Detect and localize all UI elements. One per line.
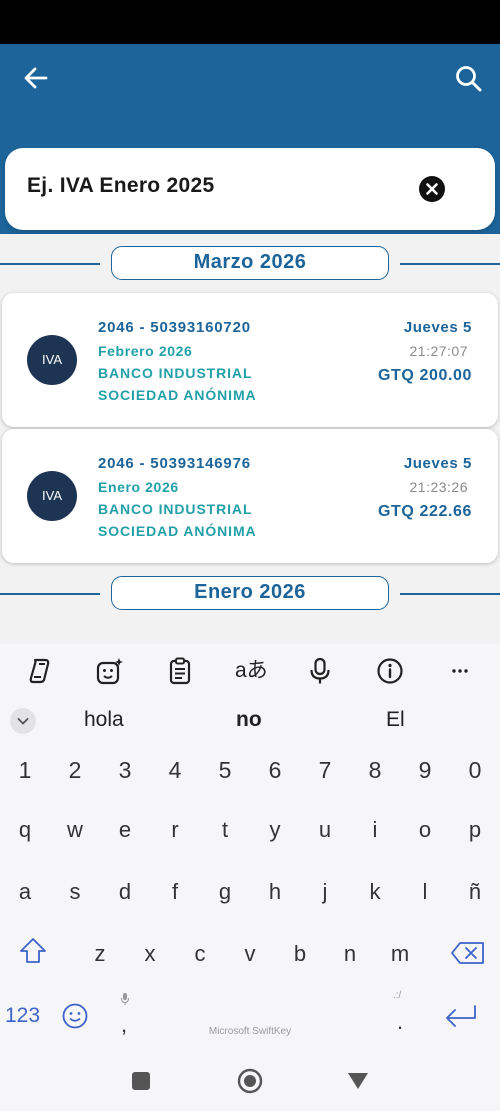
transaction-time: 21:23:26 xyxy=(409,479,468,495)
key[interactable]: r xyxy=(155,817,195,843)
spacebar[interactable]: Microsoft SwiftKey xyxy=(170,1020,330,1044)
transaction-period: Enero 2026 xyxy=(98,479,179,495)
key[interactable]: a xyxy=(5,879,45,905)
key[interactable]: 3 xyxy=(105,757,145,784)
key[interactable]: 5 xyxy=(205,757,245,784)
bank-name-suffix: SOCIEDAD ANÓNIMA xyxy=(98,523,257,539)
collapse-suggestions-button[interactable] xyxy=(10,708,36,734)
key[interactable]: z xyxy=(80,941,120,967)
transaction-day: Jueves 5 xyxy=(403,455,472,472)
month-header: Marzo 2026 xyxy=(111,246,389,280)
home-button[interactable] xyxy=(237,1068,263,1094)
transaction-id: 2046 - 50393160720 xyxy=(98,319,251,336)
backspace-icon[interactable] xyxy=(450,941,486,965)
copilot-icon[interactable] xyxy=(25,656,55,686)
suggestion[interactable]: hola xyxy=(84,708,124,732)
bank-name: BANCO INDUSTRIAL xyxy=(98,501,253,517)
bank-name-suffix: SOCIEDAD ANÓNIMA xyxy=(98,387,257,403)
navigation-bar xyxy=(0,1051,500,1111)
key[interactable]: q xyxy=(5,817,45,843)
transaction-id: 2046 - 50393146976 xyxy=(98,455,251,472)
avatar: IVA xyxy=(27,471,77,521)
key[interactable]: w xyxy=(55,817,95,843)
key[interactable]: 7 xyxy=(305,757,345,784)
back-button[interactable] xyxy=(347,1072,369,1090)
suggestion[interactable]: no xyxy=(236,708,262,732)
key[interactable]: e xyxy=(105,817,145,843)
enter-icon[interactable] xyxy=(443,1004,479,1030)
bank-name: BANCO INDUSTRIAL xyxy=(98,365,253,381)
key[interactable]: x xyxy=(130,941,170,967)
transaction-day: Jueves 5 xyxy=(403,319,472,336)
chevron-down-icon xyxy=(17,718,29,725)
key[interactable]: t xyxy=(205,817,245,843)
key[interactable]: 8 xyxy=(355,757,395,784)
key[interactable]: k xyxy=(355,879,395,905)
key[interactable]: 2 xyxy=(55,757,95,784)
key[interactable]: b xyxy=(280,941,320,967)
month-separator: Enero 2026 xyxy=(0,576,500,612)
key[interactable]: ñ xyxy=(455,879,495,905)
key[interactable]: 1 xyxy=(5,757,45,784)
symbol-hint: .:/ xyxy=(393,990,402,1001)
key[interactable]: d xyxy=(105,879,145,905)
key[interactable]: y xyxy=(255,817,295,843)
key[interactable]: c xyxy=(180,941,220,967)
clear-search-button[interactable] xyxy=(419,176,445,202)
numbers-key[interactable]: 123 xyxy=(5,1004,40,1028)
transaction-card[interactable]: IVA 2046 - 50393160720 Febrero 2026 BANC… xyxy=(2,293,498,427)
key[interactable]: 9 xyxy=(405,757,445,784)
info-icon[interactable] xyxy=(375,656,405,686)
divider xyxy=(0,263,100,265)
keyboard: aあ hola no El 1 2 3 4 5 6 7 8 9 0 q w e … xyxy=(0,644,500,1051)
divider xyxy=(400,593,500,595)
search-input-value[interactable]: Ej. IVA Enero 2025 xyxy=(27,174,214,198)
recents-button[interactable] xyxy=(132,1072,150,1090)
microphone-icon xyxy=(121,993,129,1005)
key[interactable]: o xyxy=(405,817,445,843)
clipboard-icon[interactable] xyxy=(165,656,195,686)
emoji-icon[interactable] xyxy=(61,1002,89,1030)
translate-icon[interactable]: aあ xyxy=(235,654,269,684)
key[interactable]: g xyxy=(205,879,245,905)
close-icon xyxy=(426,183,438,195)
key[interactable]: p xyxy=(455,817,495,843)
key[interactable]: l xyxy=(405,879,445,905)
suggestion[interactable]: El xyxy=(386,708,405,732)
key[interactable]: i xyxy=(355,817,395,843)
key[interactable]: 4 xyxy=(155,757,195,784)
key[interactable]: n xyxy=(330,941,370,967)
month-separator: Marzo 2026 xyxy=(0,246,500,282)
search-icon[interactable] xyxy=(452,62,486,96)
key[interactable]: h xyxy=(255,879,295,905)
key[interactable]: u xyxy=(305,817,345,843)
key[interactable]: f xyxy=(155,879,195,905)
sticker-icon[interactable] xyxy=(95,656,125,686)
avatar: IVA xyxy=(27,335,77,385)
divider xyxy=(0,593,100,595)
key[interactable]: j xyxy=(305,879,345,905)
transaction-amount: GTQ 200.00 xyxy=(377,367,472,384)
search-field[interactable]: Ej. IVA Enero 2025 xyxy=(5,148,495,230)
transaction-period: Febrero 2026 xyxy=(98,343,193,359)
shift-icon[interactable] xyxy=(18,936,48,966)
more-icon[interactable] xyxy=(445,656,475,686)
transactions-list[interactable]: Marzo 2026 IVA 2046 - 50393160720 Febrer… xyxy=(0,234,500,644)
transaction-time: 21:27:07 xyxy=(409,343,468,359)
month-header: Enero 2026 xyxy=(111,576,389,610)
status-bar xyxy=(0,0,500,44)
key[interactable]: s xyxy=(55,879,95,905)
key[interactable]: v xyxy=(230,941,270,967)
microphone-icon[interactable] xyxy=(305,656,335,686)
key[interactable]: 0 xyxy=(455,757,495,784)
transaction-amount: GTQ 222.66 xyxy=(377,503,472,520)
key[interactable]: 6 xyxy=(255,757,295,784)
comma-key[interactable]: , xyxy=(121,1012,127,1038)
divider xyxy=(400,263,500,265)
period-key[interactable]: . xyxy=(397,1009,403,1035)
back-arrow-icon[interactable] xyxy=(20,62,52,94)
key[interactable]: m xyxy=(380,941,420,967)
transaction-card[interactable]: IVA 2046 - 50393146976 Enero 2026 BANCO … xyxy=(2,429,498,563)
